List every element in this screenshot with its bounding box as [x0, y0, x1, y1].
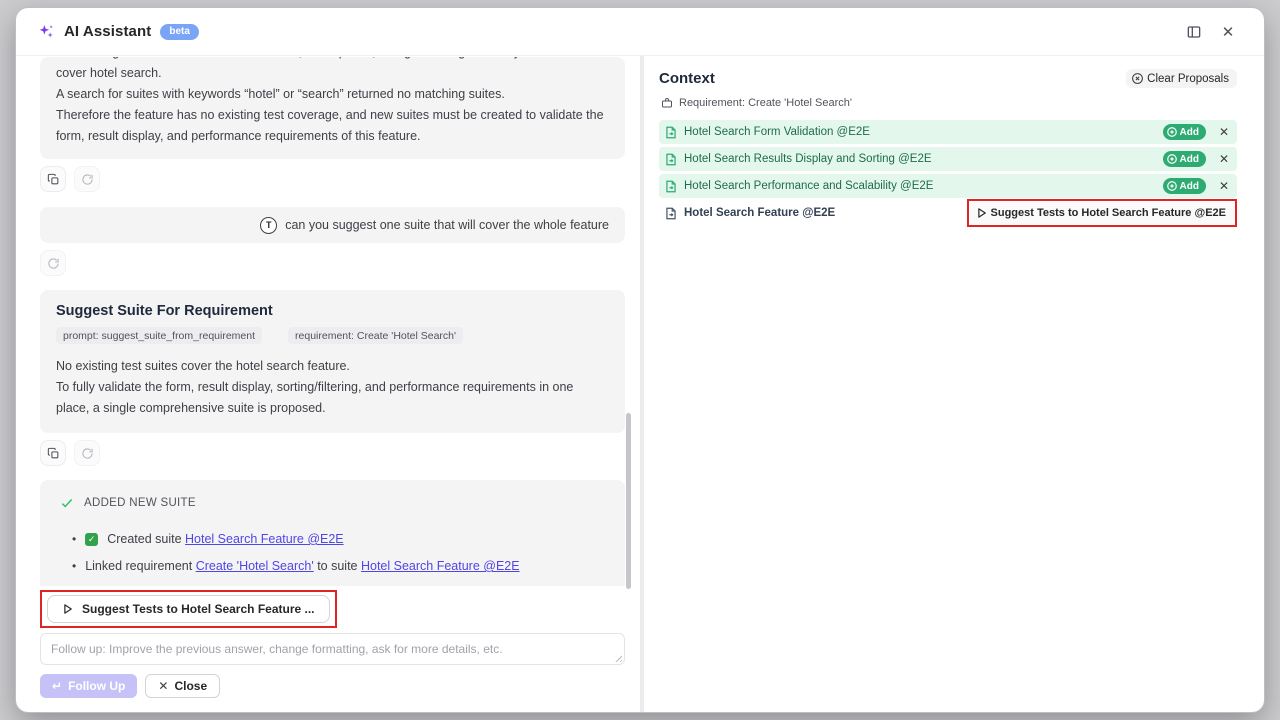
suite-label: Hotel Search Feature @E2E [684, 207, 960, 219]
suite-file-icon [665, 153, 677, 166]
dialog-title: AI Assistant [64, 23, 151, 40]
suite-file-icon [665, 126, 677, 139]
result-bullet: • Linked requirement Create 'Hotel Searc… [72, 559, 605, 573]
annotation-box: Suggest Tests to Hotel Search Feature @E… [967, 199, 1237, 227]
tool-card-line: No existing test suites cover the hotel … [56, 356, 609, 377]
briefcase-icon [661, 97, 673, 109]
close-icon: ✕ [1219, 125, 1229, 139]
panel-toggle-button[interactable] [1180, 18, 1208, 46]
assistant-message-line: cover hotel search. [56, 63, 609, 84]
result-status: ADDED NEW SUITE [84, 497, 196, 509]
suite-context-row: Hotel Search Feature @E2E Suggest Tests … [659, 201, 1237, 225]
close-button[interactable]: ✕ Close [145, 674, 220, 698]
close-icon: ✕ [158, 679, 168, 693]
add-proposal-button[interactable]: Add [1163, 124, 1206, 140]
requirement-link[interactable]: Create 'Hotel Search' [196, 559, 314, 573]
user-avatar: T [260, 217, 277, 234]
beta-badge: beta [160, 24, 199, 40]
sparkles-icon [38, 23, 55, 40]
proposal-row: Hotel Search Results Display and Sorting… [659, 147, 1237, 171]
proposal-label: Hotel Search Results Display and Sorting… [684, 153, 1156, 165]
proposal-label: Hotel Search Form Validation @E2E [684, 126, 1156, 138]
composer: Suggest Tests to Hotel Search Feature ..… [16, 586, 640, 712]
regenerate-button[interactable] [40, 250, 66, 276]
close-icon: ✕ [1222, 23, 1235, 41]
suggest-tests-button[interactable]: Suggest Tests to Hotel Search Feature @E… [970, 202, 1234, 224]
suite-file-icon [665, 207, 677, 220]
regenerate-button[interactable] [74, 440, 100, 466]
prompt-tag: prompt: suggest_suite_from_requirement [56, 327, 262, 344]
requirement-tag: requirement: Create 'Hotel Search' [288, 327, 463, 344]
add-proposal-button[interactable]: Add [1163, 151, 1206, 167]
suggest-tests-chip[interactable]: Suggest Tests to Hotel Search Feature ..… [47, 595, 330, 623]
requirement-context-item: Requirement: Create 'Hotel Search' [659, 97, 1237, 109]
ai-assistant-dialog: AI Assistant beta ✕ the existing suites … [16, 8, 1264, 712]
regenerate-button[interactable] [74, 166, 100, 192]
assistant-message: the existing suites were reviewed for na… [40, 57, 625, 159]
tool-call-card: Suggest Suite For Requirement prompt: su… [40, 290, 625, 433]
bullet-icon: • [72, 532, 76, 546]
close-icon: ✕ [1219, 179, 1229, 193]
circle-plus-icon [1166, 153, 1178, 165]
close-icon: ✕ [1219, 152, 1229, 166]
dismiss-proposal-button[interactable]: ✕ [1216, 178, 1232, 194]
run-prompt-icon [62, 603, 73, 615]
user-message-text: can you suggest one suite that will cove… [285, 218, 609, 232]
chat-scrollbar[interactable] [626, 413, 631, 589]
circle-plus-icon [1166, 126, 1178, 138]
copy-button[interactable] [40, 166, 66, 192]
check-emoji-icon: ✓ [85, 533, 98, 546]
refresh-icon [81, 447, 94, 460]
bullet-icon: • [72, 559, 76, 573]
proposal-label: Hotel Search Performance and Scalability… [684, 180, 1156, 192]
suite-link[interactable]: Hotel Search Feature @E2E [361, 559, 520, 573]
proposal-row: Hotel Search Form Validation @E2E Add ✕ [659, 120, 1237, 144]
dialog-header: AI Assistant beta ✕ [16, 8, 1264, 56]
context-title: Context [659, 70, 715, 87]
assistant-message-line: A search for suites with keywords “hotel… [56, 84, 609, 105]
clear-proposals-button[interactable]: Clear Proposals [1126, 69, 1237, 88]
suite-file-icon [665, 180, 677, 193]
result-card: ADDED NEW SUITE • ✓ Created suite Hotel … [40, 480, 625, 586]
copy-icon [47, 447, 60, 460]
result-bullet: • ✓ Created suite Hotel Search Feature @… [72, 532, 605, 546]
circle-plus-icon [1166, 180, 1178, 192]
run-prompt-icon [976, 207, 987, 219]
dismiss-proposal-button[interactable]: ✕ [1216, 151, 1232, 167]
assistant-message-line: Therefore the feature has no existing te… [56, 105, 609, 147]
circle-x-icon [1131, 72, 1144, 85]
tool-card-line: To fully validate the form, result displ… [56, 377, 609, 419]
check-icon [60, 496, 74, 510]
refresh-icon [81, 173, 94, 186]
requirement-label: Requirement: Create 'Hotel Search' [679, 97, 852, 109]
chat-scroll-area[interactable]: the existing suites were reviewed for na… [16, 56, 640, 586]
tool-card-title: Suggest Suite For Requirement [56, 303, 609, 319]
return-icon: ↵ [52, 679, 62, 693]
copy-icon [47, 173, 60, 186]
refresh-icon [47, 257, 60, 270]
user-message: T can you suggest one suite that will co… [40, 207, 625, 243]
context-panel: Context Clear Proposals Requirement: Cre… [644, 56, 1264, 712]
copy-button[interactable] [40, 440, 66, 466]
dismiss-proposal-button[interactable]: ✕ [1216, 124, 1232, 140]
add-proposal-button[interactable]: Add [1163, 178, 1206, 194]
followup-input[interactable] [40, 633, 625, 665]
chat-column: the existing suites were reviewed for na… [16, 56, 640, 712]
follow-up-button[interactable]: ↵ Follow Up [40, 674, 137, 698]
close-dialog-button[interactable]: ✕ [1214, 18, 1242, 46]
suite-link[interactable]: Hotel Search Feature @E2E [185, 532, 344, 546]
proposal-row: Hotel Search Performance and Scalability… [659, 174, 1237, 198]
annotation-box: Suggest Tests to Hotel Search Feature ..… [40, 590, 337, 628]
